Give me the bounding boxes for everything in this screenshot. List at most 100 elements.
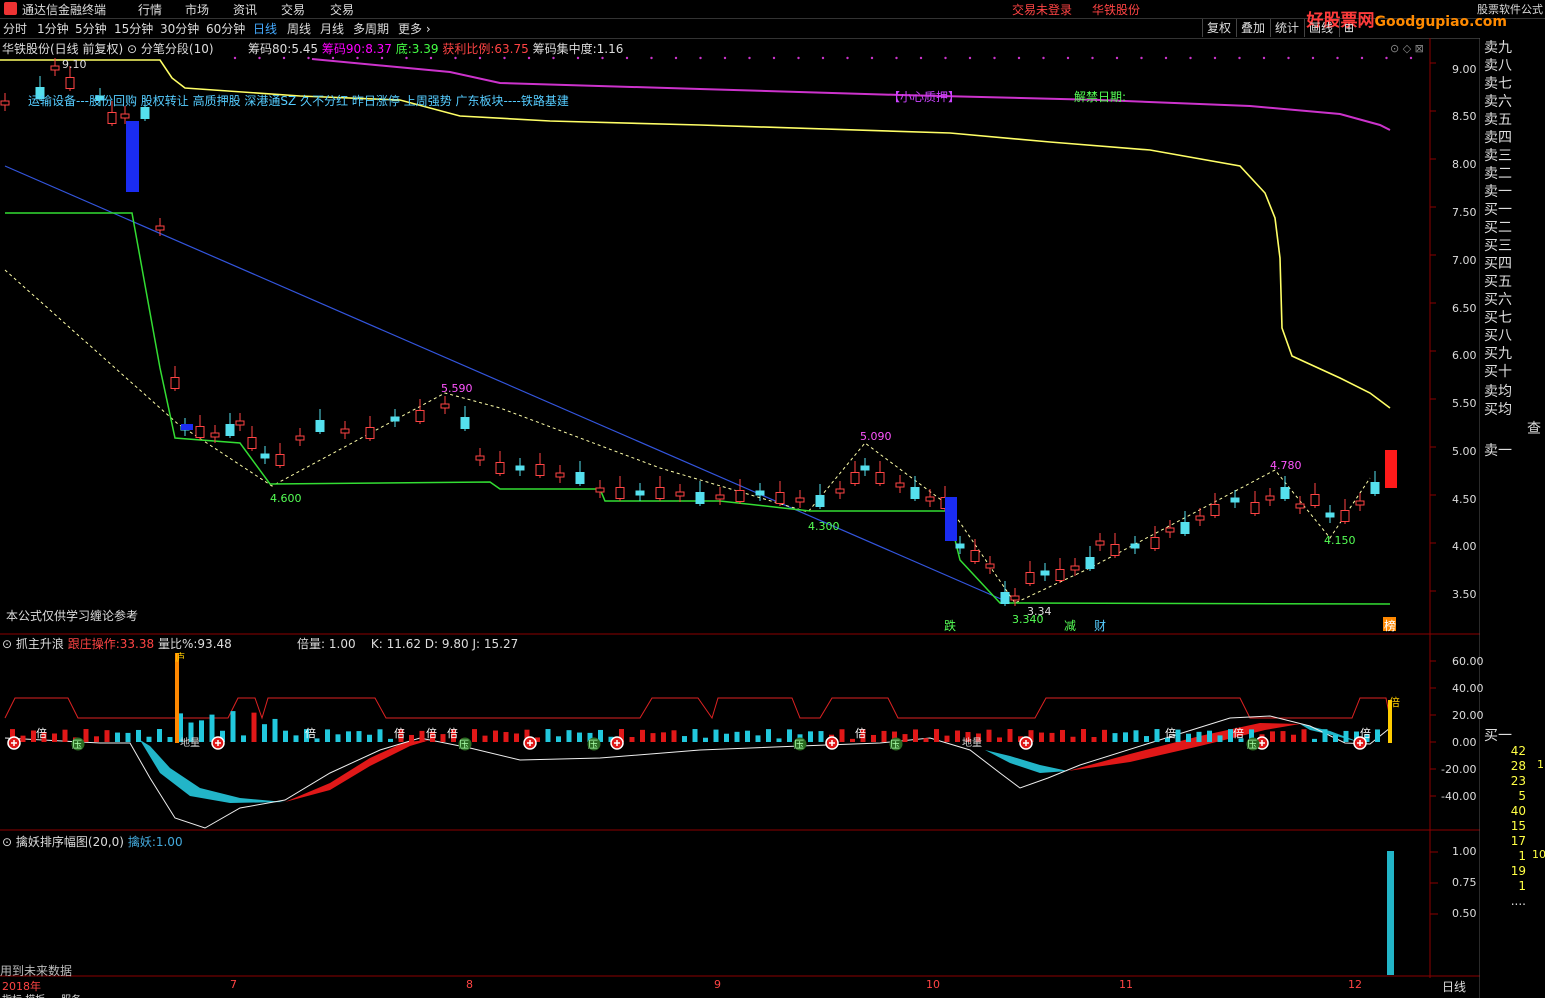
volume-bar xyxy=(1301,729,1307,742)
candle-body xyxy=(315,420,325,432)
volume-bar xyxy=(1291,734,1296,742)
candle-body xyxy=(1130,543,1140,549)
side-number: 17 xyxy=(1510,834,1526,848)
orderbook-sell3: 卖三 xyxy=(1484,148,1512,164)
period-1min[interactable]: 1分钟 xyxy=(37,20,69,37)
collapse-icon[interactable]: ⊙ xyxy=(2,835,12,849)
volume-bar xyxy=(787,729,792,742)
sub1-name[interactable]: 抓主升浪 xyxy=(16,637,64,651)
candle-body xyxy=(235,420,245,426)
stats-button[interactable]: 统计 xyxy=(1270,19,1303,37)
orderbook-buy4: 买四 xyxy=(1484,256,1512,272)
candle-body xyxy=(515,465,525,471)
signal-dot xyxy=(307,56,310,60)
period-daily[interactable]: 日线 xyxy=(253,20,277,37)
bottom-tabs[interactable]: 指标 模板 ... 服务 xyxy=(2,991,342,998)
trade-login-status[interactable]: 交易未登录 xyxy=(1012,1,1072,18)
pressure-tag: 压 xyxy=(588,739,598,751)
candle-body xyxy=(390,416,400,422)
volume-bar xyxy=(703,737,708,742)
stock-name-link[interactable]: 华铁股份 xyxy=(1092,1,1140,18)
menu-trade[interactable]: 交易 xyxy=(281,1,305,18)
yaxis-label: 6.00 xyxy=(1452,349,1477,362)
menu-market[interactable]: 市场 xyxy=(185,1,209,18)
candle-body xyxy=(365,427,375,439)
period-monthly[interactable]: 月线 xyxy=(320,20,344,37)
query-button[interactable]: 查 xyxy=(1527,418,1541,438)
sub2-header: ⊙ 擒妖排序幅图(20,0) 擒妖:1.00 xyxy=(2,833,183,850)
signal-dot xyxy=(503,56,506,60)
sub1-grid xyxy=(1430,62,1436,797)
signal-dot xyxy=(797,56,800,60)
period-multi[interactable]: 多周期 xyxy=(353,20,389,37)
orderbook-buy3: 买三 xyxy=(1484,238,1512,254)
sub2-yaxis-label: 0.75 xyxy=(1452,876,1477,889)
volume-bar xyxy=(839,729,845,742)
yaxis-label: 4.00 xyxy=(1452,540,1477,553)
candle-body xyxy=(195,426,205,438)
signal-dot xyxy=(1311,56,1315,60)
red-signal-bar xyxy=(1385,450,1397,488)
period-15min[interactable]: 15分钟 xyxy=(114,20,153,37)
tag-diliang-2: 地量 xyxy=(962,736,982,749)
period-5min[interactable]: 5分钟 xyxy=(75,20,107,37)
adjust-button[interactable]: 复权 xyxy=(1202,19,1235,37)
volume-bar xyxy=(94,736,99,742)
candle-body xyxy=(50,65,60,71)
volume-bar xyxy=(1343,730,1349,742)
yaxis-label: 6.50 xyxy=(1452,302,1477,315)
yaxis-label: 5.50 xyxy=(1452,397,1477,410)
volume-bar xyxy=(1060,729,1065,742)
candle-body xyxy=(1150,537,1160,549)
signal-dot xyxy=(1164,56,1168,60)
candle-body xyxy=(210,432,220,438)
candle-body xyxy=(295,435,305,441)
layout-icon[interactable]: ⊞ xyxy=(1339,19,1358,37)
yaxis-label: 7.50 xyxy=(1452,206,1477,219)
signal-dot xyxy=(527,56,531,60)
candle-body xyxy=(247,437,257,449)
collapse-icon[interactable]: ⊙ xyxy=(2,637,12,651)
pivot-label-4-600: 4.600 xyxy=(270,492,302,505)
candle-body xyxy=(1370,482,1380,494)
orderbook-buy-avg: 买均 xyxy=(1484,402,1512,418)
menu-quotes[interactable]: 行情 xyxy=(138,1,162,18)
candle-body xyxy=(1295,503,1305,509)
disclaimer: 本公式仅供学习缠论参考 xyxy=(6,609,139,623)
volume-bar xyxy=(1112,733,1118,742)
side-number: 42 xyxy=(1510,744,1526,758)
volume-bar xyxy=(1217,735,1223,742)
period-weekly[interactable]: 周线 xyxy=(287,20,311,37)
signal-dot xyxy=(478,56,482,60)
menu-trade-2[interactable]: 交易 xyxy=(330,1,354,18)
volume-bar xyxy=(661,732,666,742)
double-volume-tag: 倍 xyxy=(1165,726,1176,740)
orderbook-sell5: 卖五 xyxy=(1484,112,1512,128)
candle-body xyxy=(340,428,350,434)
volume-bar xyxy=(934,729,939,742)
volume-bar xyxy=(325,729,330,742)
sub2-name[interactable]: 擒妖排序幅图(20,0) xyxy=(16,835,124,849)
draw-button[interactable]: 画线 xyxy=(1304,19,1337,37)
xaxis-period-label[interactable]: 日线 xyxy=(1442,978,1466,995)
overlay-button[interactable]: 叠加 xyxy=(1236,19,1269,37)
period-more[interactable]: 更多 › xyxy=(398,20,431,37)
volume-bar xyxy=(251,712,257,742)
signal-dot xyxy=(944,56,947,60)
period-60min[interactable]: 60分钟 xyxy=(206,20,245,37)
period-intraday[interactable]: 分时 xyxy=(3,20,27,37)
signal-dot xyxy=(821,56,825,60)
k-label: K: xyxy=(370,637,383,651)
volume-bar xyxy=(146,736,152,742)
volume-bar xyxy=(346,731,351,742)
bl-value: 1.00 xyxy=(328,637,356,651)
volume-bar xyxy=(503,732,509,742)
candle-body xyxy=(1195,515,1205,521)
signal-dot xyxy=(772,56,776,60)
menu-news[interactable]: 资讯 xyxy=(233,1,257,18)
volume-bar xyxy=(388,738,393,742)
signal-dot xyxy=(601,56,604,60)
candle-body xyxy=(495,462,505,474)
period-30min[interactable]: 30分钟 xyxy=(160,20,199,37)
volume-bar xyxy=(514,733,519,742)
